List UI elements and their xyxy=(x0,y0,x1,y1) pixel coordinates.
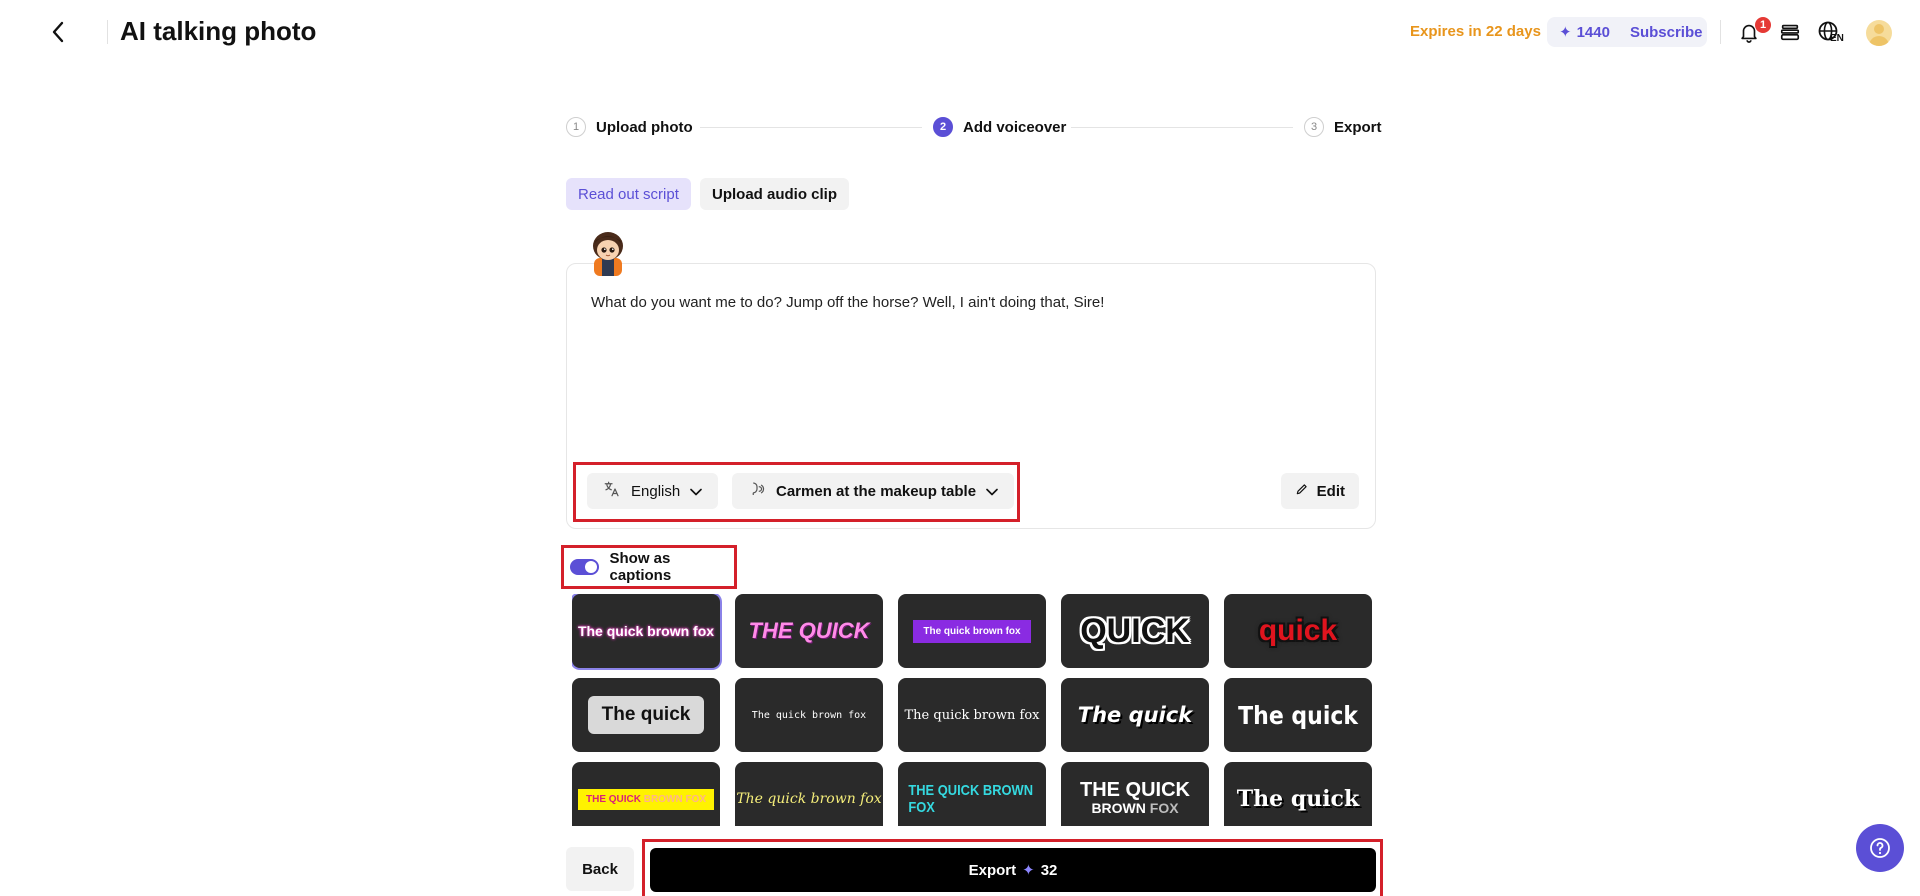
export-button[interactable]: Export ✦ 32 xyxy=(650,848,1376,892)
step-number: 1 xyxy=(566,117,586,137)
top-bar: AI talking photo Expires in 22 days ✦ 14… xyxy=(0,0,1920,64)
caption-style-8[interactable]: The quick brown fox xyxy=(898,678,1046,752)
step-add-voiceover: 2 Add voiceover xyxy=(933,117,1066,137)
stack-icon[interactable] xyxy=(1776,18,1804,46)
expiry-notice: Expires in 22 days xyxy=(1410,23,1541,40)
step-connector xyxy=(700,127,922,128)
step-upload-photo: 1 Upload photo xyxy=(566,117,693,137)
character-thumbnail xyxy=(580,224,636,276)
caption-style-preview: THE QUICK BROWN FOX xyxy=(578,788,714,810)
captions-label: Show as captions xyxy=(609,550,672,584)
header-divider xyxy=(107,20,108,44)
voice-select[interactable]: Carmen at the makeup table xyxy=(732,473,1015,509)
pencil-icon xyxy=(1295,482,1309,500)
caption-style-grid: The quick brown fox THE QUICK The quick … xyxy=(572,594,1372,826)
chevron-down-icon xyxy=(690,483,703,500)
caption-style-preview: The quick brown fox xyxy=(751,709,867,721)
caption-style-3[interactable]: The quick brown fox xyxy=(898,594,1046,668)
caption-style-preview: The quick xyxy=(587,696,705,734)
caption-style-preview: THE QUICK BROWN FOX xyxy=(1080,779,1190,816)
help-icon[interactable] xyxy=(1856,824,1904,872)
caption-style-preview: THE QUICK xyxy=(748,618,870,643)
caption-style-preview: The quick brown fox xyxy=(913,619,1031,643)
step-number: 3 xyxy=(1304,117,1324,137)
caption-style-preview: THE QUICK BROWN FOX xyxy=(908,782,1034,816)
caption-style-11[interactable]: THE QUICK BROWN FOX xyxy=(572,762,720,826)
credits-count: 1440 xyxy=(1576,23,1610,41)
page-title: AI talking photo xyxy=(120,16,317,46)
language-code: EN xyxy=(1830,33,1844,44)
caption-style-4[interactable]: QUICK xyxy=(1061,594,1209,668)
captions-toggle-highlight: Show as captions xyxy=(561,545,737,589)
caption-style-1[interactable]: The quick brown fox xyxy=(572,594,720,668)
caption-style-7[interactable]: The quick brown fox xyxy=(735,678,883,752)
notification-badge: 1 xyxy=(1755,17,1771,33)
translate-icon xyxy=(603,480,621,502)
step-label: Export xyxy=(1334,118,1382,136)
tab-upload-audio-clip[interactable]: Upload audio clip xyxy=(700,178,850,210)
back-button[interactable]: Back xyxy=(566,847,634,891)
caption-style-preview: The quick xyxy=(1238,700,1358,730)
caption-style-preview: The quick brown fox xyxy=(577,623,715,639)
caption-style-14[interactable]: THE QUICK BROWN FOX xyxy=(1061,762,1209,826)
step-connector xyxy=(1071,127,1293,128)
sparkle-icon: ✦ xyxy=(1559,24,1572,41)
chevron-down-icon xyxy=(986,483,998,500)
caption-style-6[interactable]: The quick xyxy=(572,678,720,752)
step-label: Upload photo xyxy=(596,118,693,136)
voice-value: Carmen at the makeup table xyxy=(776,482,977,500)
caption-style-13[interactable]: THE QUICK BROWN FOX xyxy=(898,762,1046,826)
step-label: Add voiceover xyxy=(963,118,1067,136)
caption-style-preview: QUICK xyxy=(1080,611,1190,650)
script-text[interactable]: What do you want me to do? Jump off the … xyxy=(591,294,1104,311)
back-arrow-icon[interactable] xyxy=(44,18,72,46)
edit-label: Edit xyxy=(1316,482,1345,500)
language-select[interactable]: English xyxy=(587,473,719,509)
step-number: 2 xyxy=(933,117,953,137)
caption-style-5[interactable]: quick xyxy=(1224,594,1372,668)
caption-style-preview: The quick brown fox xyxy=(904,707,1040,723)
sparkle-icon: ✦ xyxy=(1022,862,1035,879)
step-export: 3 Export xyxy=(1304,117,1382,137)
caption-style-12[interactable]: The quick brown fox xyxy=(735,762,883,826)
caption-style-preview: The quick brown fox xyxy=(736,791,882,807)
caption-style-9[interactable]: The quick xyxy=(1061,678,1209,752)
captions-toggle[interactable] xyxy=(570,559,600,575)
tab-read-out-script[interactable]: Read out script xyxy=(566,178,691,210)
caption-style-preview: quick xyxy=(1258,614,1338,647)
avatar[interactable] xyxy=(1866,20,1892,46)
credits-pill: ✦ 1440 Subscribe xyxy=(1547,17,1707,47)
export-label: Export xyxy=(968,861,1017,879)
caption-style-preview: The quick xyxy=(1236,786,1360,812)
caption-style-2[interactable]: THE QUICK xyxy=(735,594,883,668)
script-editor[interactable]: What do you want me to do? Jump off the … xyxy=(566,263,1376,529)
stepper: 1 Upload photo 2 Add voiceover 3 Export xyxy=(566,117,1382,139)
voice-icon xyxy=(748,480,766,502)
caption-style-preview: The quick xyxy=(1077,703,1193,727)
caption-style-15[interactable]: The quick xyxy=(1224,762,1372,826)
header-divider-right xyxy=(1720,20,1721,44)
subscribe-button[interactable]: Subscribe xyxy=(1630,24,1703,41)
language-value: English xyxy=(631,482,681,500)
export-cost: 32 xyxy=(1040,861,1058,879)
caption-style-10[interactable]: The quick xyxy=(1224,678,1372,752)
edit-button[interactable]: Edit xyxy=(1280,473,1359,509)
